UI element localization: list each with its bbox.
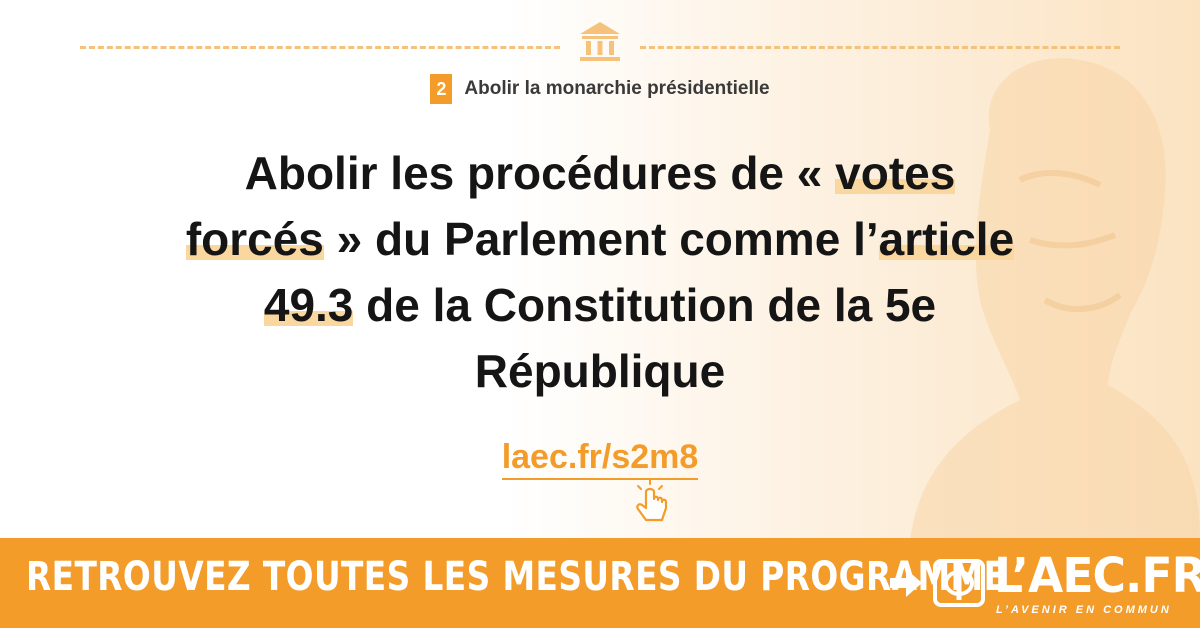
headline-highlight: votes [835,147,956,199]
headline-highlight: article [878,213,1015,265]
headline-text: République [474,345,726,397]
short-link[interactable]: laec.fr/s2m8 [501,438,699,480]
headline-text: de la Constitution de la 5e [353,279,937,331]
header-decoration [80,18,1120,68]
headline-highlight: forcés [185,213,324,265]
dashed-divider-left [80,46,560,49]
category-row: 2 Abolir la monarchie présidentielle [0,74,1200,104]
headline-line: Abolir les procédures de « votes [60,140,1140,206]
headline-line: 49.3 de la Constitution de la 5e [60,272,1140,338]
category-label: Abolir la monarchie présidentielle [464,78,770,99]
headline-highlight: 49.3 [263,279,354,331]
page-title: Abolir les procédures de « votes forcés »… [60,140,1140,404]
phi-logo-icon [933,559,985,607]
bottom-banner[interactable]: RETROUVEZ TOUTES LES MESURES DU PROGRAMM… [0,538,1200,628]
headline-line: République [60,338,1140,404]
headline-text: » du Parlement comme l’ [323,213,879,265]
logo-tagline: L’AVENIR EN COMMUN [996,604,1172,616]
banner-text: RETROUVEZ TOUTES LES MESURES DU PROGRAMM… [26,554,1007,600]
headline-line: forcés » du Parlement comme l’article [60,206,1140,272]
headline-text: Abolir les procédures de « [244,147,836,199]
hand-pointer-icon [636,479,668,522]
arrow-right-icon [890,569,922,597]
dashed-divider-right [640,46,1120,49]
category-number-badge: 2 [430,74,453,104]
logo-wordmark: L’AEC.FR [994,548,1200,604]
short-link-row: laec.fr/s2m8 [0,438,1200,480]
building-icon [580,22,620,61]
